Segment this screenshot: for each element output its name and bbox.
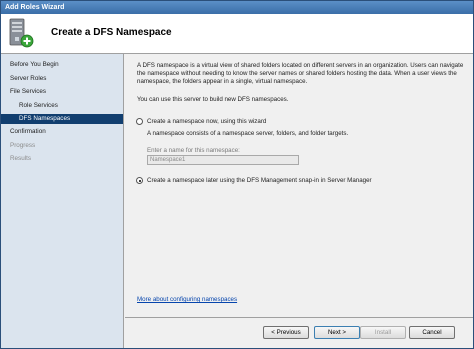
cancel-button[interactable]: Cancel xyxy=(409,326,455,339)
add-roles-wizard-window: Add Roles Wizard Create a DFS Namespace … xyxy=(0,0,474,349)
intro-text: A DFS namespace is a virtual view of sha… xyxy=(137,62,464,85)
sidebar-item-file-services[interactable]: File Services xyxy=(1,87,123,97)
page-title: Create a DFS Namespace xyxy=(51,27,172,38)
window-title: Add Roles Wizard xyxy=(1,1,473,14)
sidebar-item-progress: Progress xyxy=(10,142,36,149)
can-use-text: You can use this server to build new DFS… xyxy=(137,96,289,103)
create-now-label[interactable]: Create a namespace now, using this wizar… xyxy=(147,118,266,125)
namespace-name-input[interactable]: Namespace1 xyxy=(147,155,299,165)
namespace-description: A namespace consists of a namespace serv… xyxy=(147,130,349,137)
namespace-name-label: Enter a name for this namespace: xyxy=(147,147,240,154)
previous-button[interactable]: < Previous xyxy=(263,326,309,339)
create-now-radio[interactable] xyxy=(136,118,143,125)
sidebar-item-role-services[interactable]: Role Services xyxy=(1,101,123,111)
wizard-header: Create a DFS Namespace xyxy=(1,14,473,54)
sidebar-item-dfs-namespaces[interactable]: DFS Namespaces xyxy=(1,114,123,124)
sidebar-item-before-you-begin[interactable]: Before You Begin xyxy=(1,60,123,70)
server-add-icon xyxy=(9,18,34,48)
wizard-footer: < Previous Next > Install Cancel xyxy=(125,317,473,348)
next-button[interactable]: Next > xyxy=(314,326,360,339)
sidebar-item-results: Results xyxy=(10,155,31,162)
install-button: Install xyxy=(360,326,406,339)
more-about-namespaces-link[interactable]: More about configuring namespaces xyxy=(137,296,237,303)
wizard-steps-sidebar: Before You Begin Server Roles File Servi… xyxy=(1,54,124,348)
create-later-label[interactable]: Create a namespace later using the DFS M… xyxy=(147,177,372,184)
wizard-content: A DFS namespace is a virtual view of sha… xyxy=(125,54,473,317)
create-later-radio[interactable] xyxy=(136,177,143,184)
sidebar-item-server-roles[interactable]: Server Roles xyxy=(1,74,123,84)
sidebar-item-confirmation[interactable]: Confirmation xyxy=(1,127,123,137)
